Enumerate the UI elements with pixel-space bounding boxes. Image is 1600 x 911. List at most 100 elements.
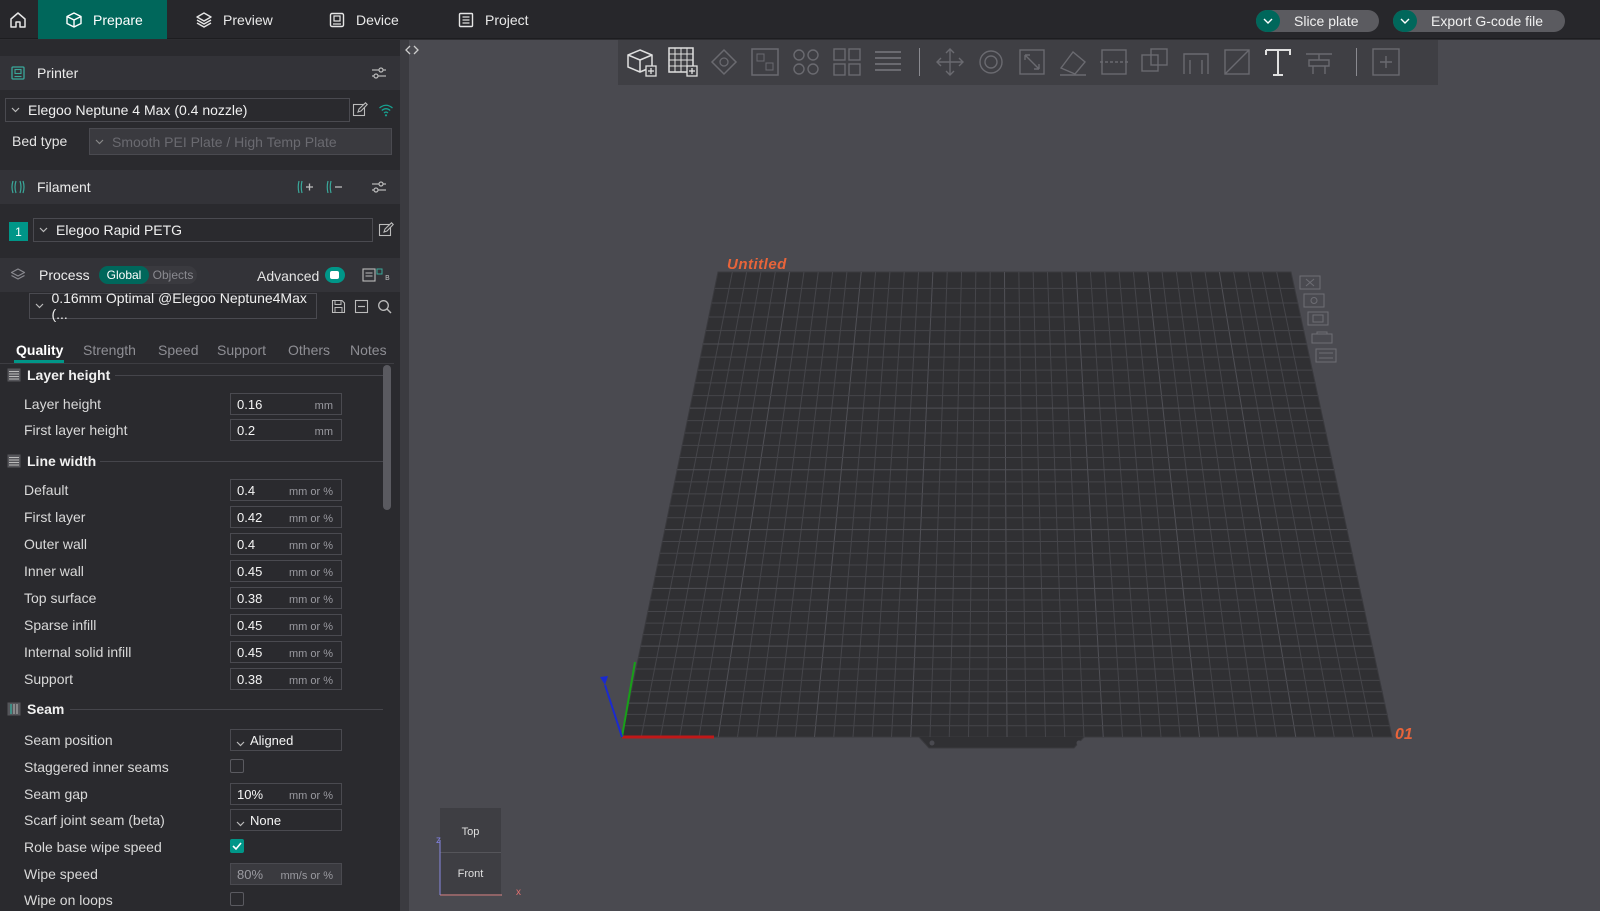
tab-device[interactable]: Device	[328, 0, 399, 39]
export-options-chevron[interactable]	[1393, 10, 1417, 32]
line-width-top-surface-input[interactable]: 0.38 mm or %	[230, 587, 342, 609]
filament-slot-badge[interactable]: 1	[9, 222, 28, 241]
tab-label: Prepare	[93, 11, 143, 28]
line-width-support-input[interactable]: 0.38 mm or %	[230, 668, 342, 690]
seam-group-icon	[7, 702, 21, 716]
seam-position-select[interactable]: Aligned	[230, 729, 342, 751]
process-scope-toggle: Global Objects	[99, 266, 197, 284]
tab-project[interactable]: Project	[457, 0, 529, 39]
edit-filament-button[interactable]	[377, 221, 395, 239]
device-icon	[329, 12, 345, 27]
arrange-plate-icon[interactable]	[1303, 293, 1325, 308]
plate-number[interactable]: 01	[1395, 726, 1413, 744]
layer-height-group-icon	[7, 368, 21, 382]
filament-title: Filament	[37, 179, 91, 195]
field-unit: mm/s or %	[280, 870, 333, 882]
edit-printer-button[interactable]	[351, 101, 369, 119]
scope-global-option[interactable]: Global	[99, 266, 149, 284]
printer-wifi-button[interactable]	[377, 101, 395, 119]
scope-objects-option[interactable]: Objects	[149, 266, 197, 284]
save-icon	[331, 299, 345, 313]
bed-type-select[interactable]: Smooth PEI Plate / High Temp Plate	[89, 128, 392, 155]
staggered-inner-seams-checkbox[interactable]	[230, 759, 244, 773]
field-value: 0.16	[237, 397, 263, 412]
line-width-inner-wall-input[interactable]: 0.45 mm or %	[230, 560, 342, 582]
remove-filament-button[interactable]	[326, 178, 344, 196]
filament-select[interactable]: Elegoo Rapid PETG	[33, 218, 373, 242]
bed-type-label: Bed type	[12, 133, 68, 149]
close-plate-icon[interactable]	[1299, 275, 1321, 290]
scarf-joint-seam-select[interactable]: None	[230, 809, 342, 831]
search-settings-button[interactable]	[375, 297, 393, 315]
group-title-layer-height: Layer height	[27, 367, 111, 383]
process-preset-select[interactable]: 0.16mm Optimal @Elegoo Neptune4Max (...	[29, 290, 317, 322]
subtab-others[interactable]: Others	[288, 342, 330, 358]
role-base-wipe-speed-checkbox[interactable]	[230, 839, 244, 853]
filament-select-value: Elegoo Rapid PETG	[56, 222, 183, 238]
line-width-first-layer-input[interactable]: 0.42 mm or %	[230, 506, 342, 528]
subtab-notes[interactable]: Notes	[350, 342, 387, 358]
collapse-preset-button[interactable]	[352, 297, 370, 315]
line-width-default-input[interactable]: 0.4 mm or %	[230, 479, 342, 501]
setting-label: Staggered inner seams	[24, 759, 169, 775]
edit-icon	[352, 102, 368, 117]
printer-settings-button[interactable]	[370, 64, 388, 82]
chevron-down-icon	[1400, 18, 1410, 24]
tab-label: Preview	[223, 11, 273, 28]
slice-options-chevron[interactable]	[1256, 10, 1280, 32]
orient-plate-icon[interactable]	[1307, 311, 1329, 326]
line-width-sparse-infill-input[interactable]: 0.45 mm or %	[230, 614, 342, 636]
field-value: 0.45	[237, 645, 263, 660]
advanced-toggle[interactable]	[325, 267, 345, 283]
lock-plate-icon[interactable]	[1311, 329, 1333, 344]
tab-prepare[interactable]: Prepare	[38, 0, 167, 39]
setting-label: First layer	[24, 509, 86, 525]
export-gcode-button[interactable]: Export G-code file	[1393, 10, 1566, 32]
settings-sidebar: Printer Elegoo Neptune 4 Max (0.4 nozzle…	[0, 40, 400, 911]
group-title-seam: Seam	[27, 701, 65, 717]
advanced-label: Advanced	[257, 268, 320, 284]
field-unit: mm or %	[289, 621, 333, 633]
plate-name[interactable]: Untitled	[727, 256, 787, 273]
compare-presets-button[interactable]: B	[362, 266, 394, 284]
save-preset-button[interactable]	[329, 297, 347, 315]
field-value: 0.42	[237, 510, 263, 525]
build-plate[interactable]	[409, 40, 1600, 911]
settings-scrollbar[interactable]	[383, 365, 391, 510]
setting-label: Sparse infill	[24, 617, 97, 633]
tab-preview[interactable]: Preview	[195, 0, 273, 39]
first-layer-height-input[interactable]: 0.2 mm	[230, 419, 342, 441]
sidebar-splitter[interactable]	[400, 40, 409, 911]
subtab-speed[interactable]: Speed	[158, 342, 198, 358]
subtab-support[interactable]: Support	[217, 342, 266, 358]
line-width-outer-wall-input[interactable]: 0.4 mm or %	[230, 533, 342, 555]
setting-label: Inner wall	[24, 563, 84, 579]
seam-gap-input[interactable]: 10% mm or %	[230, 783, 342, 805]
printer-section-header: Printer	[0, 56, 400, 90]
slice-plate-button[interactable]: Slice plate	[1256, 10, 1379, 32]
home-button[interactable]	[6, 8, 30, 32]
sliders-icon	[372, 181, 386, 193]
field-value: 0.45	[237, 564, 263, 579]
setting-label: Support	[24, 671, 74, 687]
slice-plate-label: Slice plate	[1294, 13, 1359, 29]
axis-indicator	[439, 840, 502, 896]
subtab-strength[interactable]: Strength	[83, 342, 136, 358]
subtab-quality[interactable]: Quality	[16, 342, 63, 358]
plate-settings-icon[interactable]	[1315, 348, 1337, 363]
bed-type-value: Smooth PEI Plate / High Temp Plate	[112, 133, 337, 150]
printer-select[interactable]: Elegoo Neptune 4 Max (0.4 nozzle)	[5, 98, 350, 122]
wipe-on-loops-checkbox[interactable]	[230, 892, 244, 906]
field-unit: mm or %	[289, 513, 333, 525]
group-rule	[115, 375, 383, 376]
printer-title: Printer	[37, 65, 79, 81]
setting-label: Scarf joint seam (beta)	[24, 812, 165, 828]
filament-section-header: Filament	[0, 170, 400, 204]
line-width-internal-solid-infill-input[interactable]: 0.45 mm or %	[230, 641, 342, 663]
filament-settings-button[interactable]	[370, 178, 388, 196]
group-rule	[70, 709, 383, 710]
setting-label: First layer height	[24, 422, 128, 438]
wipe-speed-input[interactable]: 80% mm/s or %	[230, 863, 342, 885]
layer-height-input[interactable]: 0.16 mm	[230, 393, 342, 415]
add-filament-button[interactable]	[297, 178, 315, 196]
